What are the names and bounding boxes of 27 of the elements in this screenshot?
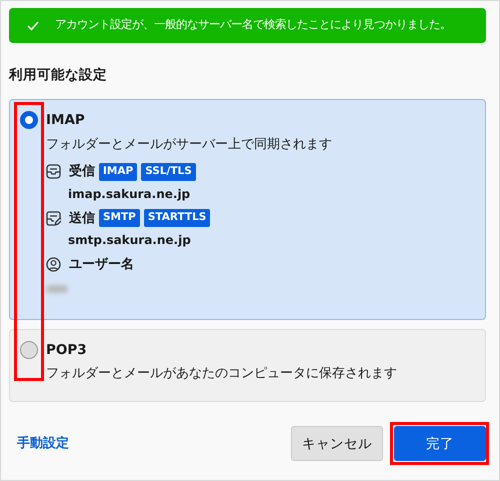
protocol-tag: IMAP xyxy=(99,162,138,181)
protocol-tag: STARTTLS xyxy=(144,209,210,228)
option-description: フォルダーとメールがあなたのコンピュータに保存されます xyxy=(46,364,398,383)
server-label: 送信 xyxy=(69,210,95,228)
banner-text: アカウント設定が、一般的なサーバー名で検索したことにより見つかりました。 xyxy=(55,17,451,34)
account-option-card[interactable]: IMAP フォルダーとメールがサーバー上で同期されます 受信 IMAP SSL/TLS imap.sakura.ne.jp 送信 SMTP STARTTLS smtp.sakura.ne.jp ユーザー名 xyxy=(9,99,486,320)
section-heading: 利用可能な設定 xyxy=(9,66,108,85)
option-description: フォルダーとメールがサーバー上で同期されます xyxy=(46,136,333,154)
server-host: imap.sakura.ne.jp xyxy=(68,186,192,202)
user-icon xyxy=(46,257,61,272)
cancel-button[interactable]: キャンセル xyxy=(291,426,383,462)
radio-button[interactable] xyxy=(20,111,38,130)
radio-button[interactable] xyxy=(20,340,38,359)
server-label: 受信 xyxy=(69,162,95,181)
done-button[interactable]: 完了 xyxy=(394,426,486,462)
manual-setup-link[interactable]: 手動設定 xyxy=(17,434,69,454)
blurred-username xyxy=(46,284,68,292)
option-name: IMAP xyxy=(46,111,85,130)
account-option-card[interactable]: POP3 フォルダーとメールがあなたのコンピュータに保存されます xyxy=(9,328,486,402)
username-label: ユーザー名 xyxy=(69,256,134,274)
option-name: POP3 xyxy=(46,340,87,360)
outbox-pen-icon xyxy=(46,210,61,226)
server-host: smtp.sakura.ne.jp xyxy=(68,232,192,249)
protocol-tag: SSL/TLS xyxy=(141,162,196,181)
protocol-tag: SMTP xyxy=(99,209,140,228)
check-icon xyxy=(27,20,39,30)
inbox-icon xyxy=(46,164,61,180)
